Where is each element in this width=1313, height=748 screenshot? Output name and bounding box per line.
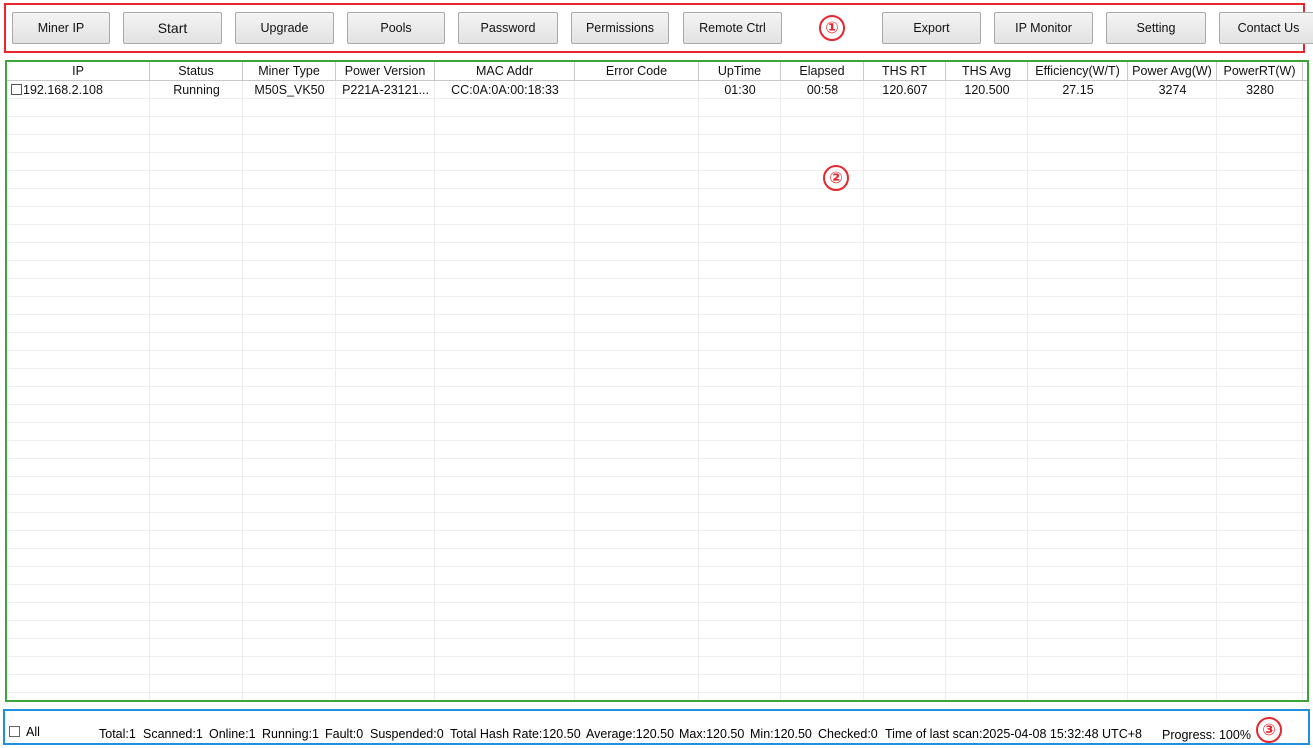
select-all-label: All <box>26 725 40 739</box>
stat-min: Min:120.50 <box>750 727 812 741</box>
annotation-badge-2: ② <box>823 165 849 191</box>
column-divider <box>1127 81 1128 700</box>
permissions-button[interactable]: Permissions <box>571 12 669 44</box>
cell-error-code <box>575 81 699 99</box>
stat-total-hash-rate: Total Hash Rate:120.50 <box>450 727 581 741</box>
start-button[interactable]: Start <box>123 12 222 44</box>
column-header-uptime[interactable]: UpTime <box>699 62 781 80</box>
column-header-error-code[interactable]: Error Code <box>575 62 699 80</box>
miner-list-highlight-frame: IP Status Miner Type Power Version MAC A… <box>5 60 1309 702</box>
cell-uptime: 01:30 <box>724 83 756 97</box>
remote-ctrl-button[interactable]: Remote Ctrl <box>683 12 782 44</box>
ip-monitor-button[interactable]: IP Monitor <box>994 12 1093 44</box>
column-divider <box>780 81 781 700</box>
cell-ip: 192.168.2.108 <box>23 83 103 97</box>
cell-power-rt: 3280 <box>1246 83 1274 97</box>
stat-average: Average:120.50 <box>586 727 675 741</box>
column-divider <box>574 81 575 700</box>
miner-table[interactable]: IP Status Miner Type Power Version MAC A… <box>7 62 1307 700</box>
upgrade-button[interactable]: Upgrade <box>235 12 334 44</box>
cell-power-version: P221A-23121... <box>342 83 429 97</box>
stat-progress: Progress: 100% <box>1162 728 1251 742</box>
column-divider <box>1216 81 1217 700</box>
column-header-power-rt[interactable]: PowerRT(W) <box>1217 62 1303 80</box>
annotation-badge-1: ① <box>819 15 845 41</box>
column-divider <box>242 81 243 700</box>
cell-ths-avg: 120.500 <box>964 83 1010 97</box>
column-header-ip[interactable]: IP <box>7 62 150 80</box>
column-divider <box>698 81 699 700</box>
column-header-efficiency[interactable]: Efficiency(W/T) <box>1028 62 1128 80</box>
column-divider <box>1027 81 1028 700</box>
setting-button[interactable]: Setting <box>1106 12 1206 44</box>
stat-scanned: Scanned:1 <box>143 727 203 741</box>
column-divider <box>863 81 864 700</box>
column-divider <box>149 81 150 700</box>
toolbar: Miner IP Start Upgrade Pools Password Pe… <box>0 0 1313 58</box>
stat-running: Running:1 <box>262 727 319 741</box>
column-divider <box>1302 81 1303 700</box>
stat-last-scan-time: Time of last scan:2025-04-08 15:32:48 UT… <box>885 727 1142 741</box>
table-header: IP Status Miner Type Power Version MAC A… <box>7 62 1307 81</box>
password-button[interactable]: Password <box>458 12 558 44</box>
column-header-mac-addr[interactable]: MAC Addr <box>435 62 575 80</box>
column-header-status[interactable]: Status <box>150 62 243 80</box>
stat-max: Max:120.50 <box>679 727 745 741</box>
cell-mac-addr: CC:0A:0A:00:18:33 <box>451 83 559 97</box>
cell-ths-rt: 120.607 <box>882 83 928 97</box>
miner-ip-button[interactable]: Miner IP <box>12 12 110 44</box>
horizontal-scrollbar-thumb[interactable] <box>19 701 361 702</box>
column-header-power-version[interactable]: Power Version <box>336 62 435 80</box>
column-header-miner-type[interactable]: Miner Type <box>243 62 336 80</box>
column-header-power-avg[interactable]: Power Avg(W) <box>1128 62 1217 80</box>
column-header-ths-avg[interactable]: THS Avg <box>946 62 1028 80</box>
stat-suspended: Suspended:0 <box>370 727 444 741</box>
stat-online: Online:1 <box>209 727 256 741</box>
column-header-elapsed[interactable]: Elapsed <box>781 62 864 80</box>
cell-miner-type: M50S_VK50 <box>254 83 325 97</box>
column-divider <box>434 81 435 700</box>
stat-total: Total:1 <box>99 727 136 741</box>
table-body: 192.168.2.108 Running M50S_VK50 P221A-23… <box>7 81 1307 700</box>
cell-power-avg: 3274 <box>1158 83 1187 97</box>
cell-elapsed: 00:58 <box>806 83 839 97</box>
contact-us-button[interactable]: Contact Us <box>1219 12 1313 44</box>
column-divider <box>945 81 946 700</box>
export-button[interactable]: Export <box>882 12 981 44</box>
column-header-ths-rt[interactable]: THS RT <box>864 62 946 80</box>
annotation-badge-3: ③ <box>1256 717 1282 743</box>
table-row[interactable]: 192.168.2.108 Running M50S_VK50 P221A-23… <box>7 81 1307 99</box>
cell-efficiency: 27.15 <box>1062 83 1094 97</box>
stat-checked: Checked:0 <box>818 727 878 741</box>
stat-fault: Fault:0 <box>325 727 364 741</box>
cell-status: Running <box>173 83 220 97</box>
pools-button[interactable]: Pools <box>347 12 445 44</box>
select-all-checkbox[interactable] <box>9 726 20 737</box>
column-divider <box>335 81 336 700</box>
